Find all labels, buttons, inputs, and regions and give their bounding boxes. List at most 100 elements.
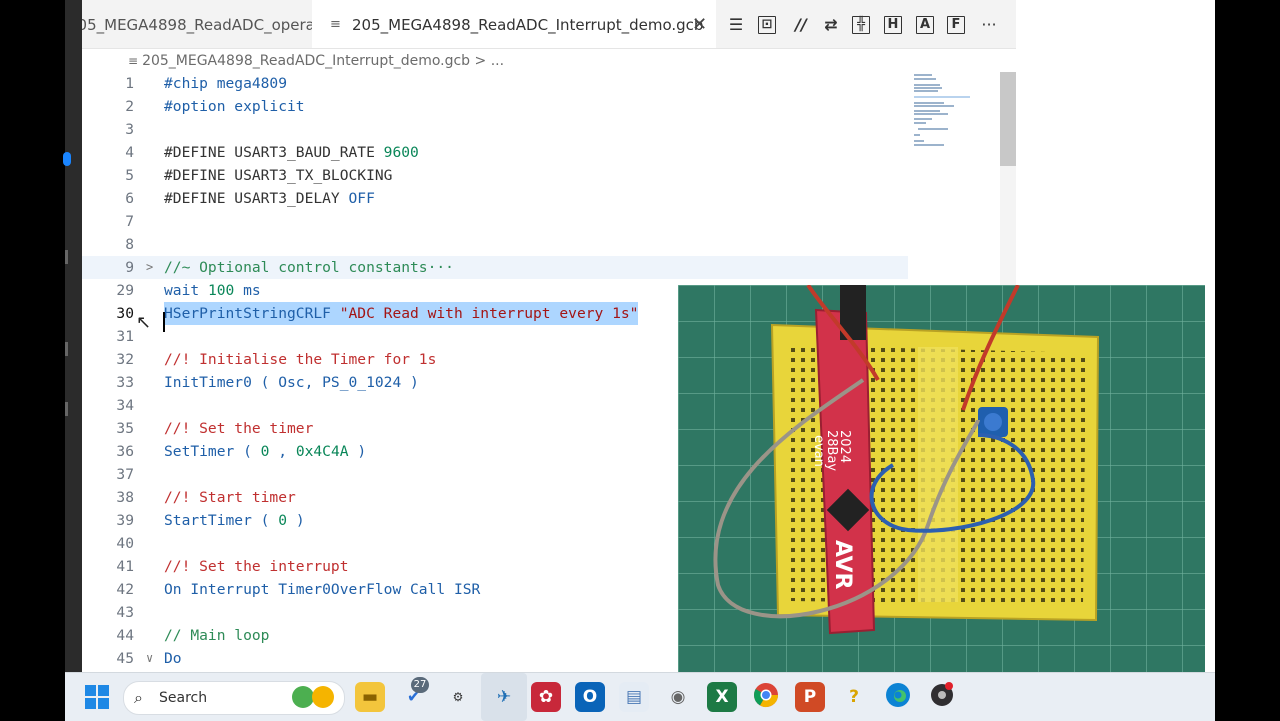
code-text: Do <box>164 650 182 667</box>
line-number: 4 <box>125 144 134 161</box>
mouse-pointer-icon: ↖ <box>136 312 152 333</box>
toggle-comment-icon[interactable]: // <box>790 14 812 36</box>
tab-readadc-operations[interactable]: 205_MEGA4898_ReadADC_operations.gcb <box>82 0 312 48</box>
breadboard-photo: 2024 28Bay evan AVR <box>678 285 1205 680</box>
breadcrumb-file[interactable]: 205_MEGA4898_ReadADC_Interrupt_demo.gcb <box>142 53 470 69</box>
line-number: 34 <box>116 397 134 414</box>
taskbar-search[interactable]: ⌕ Search <box>123 681 345 715</box>
code-text: ) <box>348 443 367 460</box>
code-text: On Interrupt Timer0OverFlow Call ISR <box>164 581 481 598</box>
breadcrumb-more[interactable]: ... <box>491 53 504 69</box>
powerpoint-icon[interactable]: P <box>795 682 825 712</box>
notification-badge: 27 <box>411 677 429 693</box>
h-button[interactable]: H <box>884 16 902 34</box>
code-comment: //! Set the timer <box>164 420 314 437</box>
code-text: #DEFINE USART3_DELAY <box>164 190 349 207</box>
chip-label: evan <box>811 435 826 467</box>
windows-start-icon[interactable] <box>85 685 109 709</box>
fold-chevron-icon[interactable]: ∨ <box>146 647 153 670</box>
left-black-border <box>0 0 65 720</box>
line-number: 33 <box>116 374 134 391</box>
activity-indicator <box>63 152 71 166</box>
file-explorer-icon[interactable]: ▬ <box>355 682 385 712</box>
code-line: 1 #chip mega4809 <box>82 72 1016 95</box>
more-actions-icon[interactable]: ··· <box>978 14 1000 36</box>
code-text: #DEFINE USART3_BAUD_RATE <box>164 144 384 161</box>
line-number: 37 <box>116 466 134 483</box>
line-number: 39 <box>116 512 134 529</box>
line-number: 29 <box>116 282 134 299</box>
search-highlight-icon <box>292 686 314 708</box>
activity-tick <box>65 402 68 416</box>
scrollbar-thumb[interactable] <box>1000 72 1016 166</box>
edge-icon[interactable] <box>883 682 913 712</box>
line-number: 31 <box>116 328 134 345</box>
minimap[interactable] <box>914 72 1002 162</box>
tab-readadc-interrupt-demo[interactable]: ≡ 205_MEGA4898_ReadADC_Interrupt_demo.gc… <box>312 0 716 48</box>
f-button[interactable]: F <box>947 16 965 34</box>
code-text: ) <box>287 512 305 529</box>
file-icon: ≡ <box>330 17 341 32</box>
search-icon: ⌕ <box>134 688 143 707</box>
outline-list-icon[interactable]: ☰ <box>725 14 747 36</box>
gcbasic-icon[interactable]: ✈ <box>489 682 519 712</box>
line-number: 6 <box>125 190 134 207</box>
search-highlight-icon <box>312 686 334 708</box>
close-icon[interactable]: ✕ <box>692 0 707 50</box>
line-number: 35 <box>116 420 134 437</box>
line-number: 32 <box>116 351 134 368</box>
a-button[interactable]: A <box>916 16 934 34</box>
code-text: #option explicit <box>164 98 305 115</box>
breadcrumb: ≡ 205_MEGA4898_ReadADC_Interrupt_demo.gcb… <box>128 50 504 72</box>
line-number: 42 <box>116 581 134 598</box>
code-text: , <box>269 443 296 460</box>
search-label: Search <box>159 690 208 706</box>
code-comment: //~ Optional control constants··· <box>164 259 454 276</box>
compare-icon[interactable]: ⇄ <box>820 14 842 36</box>
line-number: 43 <box>116 604 134 621</box>
code-text: InitTimer0 ( Osc, PS_0_1024 ) <box>164 374 419 391</box>
code-string: "ADC Read with interrupt every 1s" <box>330 305 639 322</box>
tab-bar: 205_MEGA4898_ReadADC_operations.gcb ≡ 20… <box>82 0 1016 49</box>
code-line: 2 #option explicit <box>82 95 1016 118</box>
code-text: #DEFINE USART3_TX_BLOCKING <box>164 167 393 184</box>
fold-chevron-icon[interactable]: > <box>146 256 153 279</box>
code-number: 0 <box>278 512 288 529</box>
line-number: 9 <box>125 259 134 276</box>
text-cursor <box>163 312 165 332</box>
tab-label: 205_MEGA4898_ReadADC_operations.gcb <box>82 16 312 34</box>
code-comment: //! Start timer <box>164 489 296 506</box>
code-text: #chip mega4809 <box>164 75 288 92</box>
code-line: 5 #DEFINE USART3_TX_BLOCKING <box>82 164 1016 187</box>
chrome-icon[interactable] <box>751 682 781 712</box>
windows-taskbar: ⌕ Search ▬ ✔ 27 ⚙ ✈ ✿ O ▤ ◉ X P ? <box>65 672 1215 721</box>
terminal-icon[interactable]: ⊡ <box>758 16 776 34</box>
line-number: 40 <box>116 535 134 552</box>
activity-tick <box>65 250 68 264</box>
gray-app-icon[interactable]: ◉ <box>663 682 693 712</box>
code-comment: //! Initialise the Timer for 1s <box>164 351 437 368</box>
code-keyword: OFF <box>348 190 375 207</box>
avr-logo: AVR <box>830 540 855 590</box>
obs-icon[interactable] <box>927 682 957 712</box>
outlook-icon[interactable]: O <box>575 682 605 712</box>
code-text: HSerPrintStringCRLF <box>164 305 331 322</box>
right-black-border <box>1215 0 1280 720</box>
line-number: 44 <box>116 627 134 644</box>
file-icon: ≡ <box>128 54 139 68</box>
terminal-app-icon[interactable]: ⚙ <box>443 682 473 712</box>
line-number: 45 <box>116 650 134 667</box>
notepad-icon[interactable]: ▤ <box>619 682 649 712</box>
excel-icon[interactable]: X <box>707 682 737 712</box>
red-app-icon[interactable]: ✿ <box>531 682 561 712</box>
code-text: SetTimer ( <box>164 443 261 460</box>
line-number: 41 <box>116 558 134 575</box>
hex-icon[interactable]: ╬ <box>852 16 870 34</box>
code-line: 8 <box>82 233 1016 256</box>
code-line: 3 <box>82 118 1016 141</box>
help-icon[interactable]: ? <box>839 682 869 712</box>
activity-tick <box>65 342 68 356</box>
activity-strip <box>63 0 82 672</box>
code-comment: // Main loop <box>164 627 270 644</box>
line-number: 3 <box>125 121 134 138</box>
